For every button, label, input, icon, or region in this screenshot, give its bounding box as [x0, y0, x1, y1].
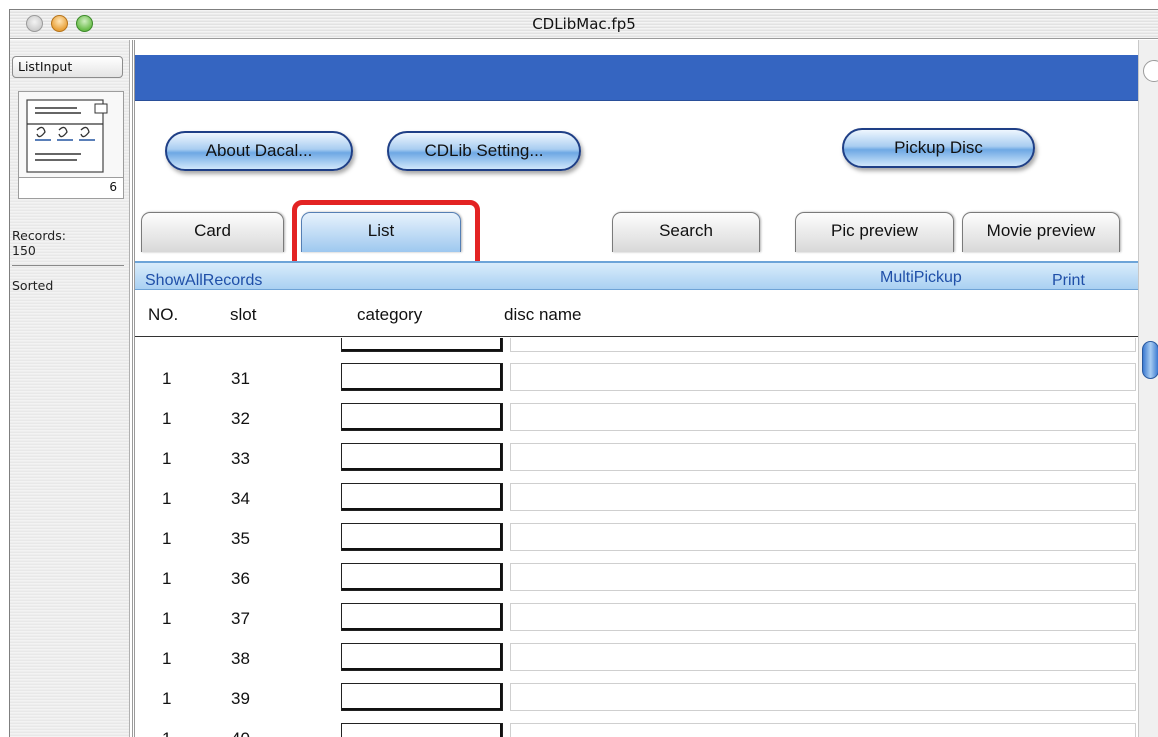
row-slot: 40 [231, 729, 250, 737]
tab-search[interactable]: Search [612, 212, 760, 252]
layout-content: About Dacal... CDLib Setting... Pickup D… [135, 40, 1138, 737]
tab-pic-preview[interactable]: Pic preview [795, 212, 954, 252]
header-band [135, 55, 1138, 101]
list-toolbar: ShowAllRecords MultiPickup Print [135, 261, 1138, 290]
record-list: 1 31 1 32 1 33 1 34 1 35 1 36 1 37 1 38 … [135, 338, 1138, 737]
tab-movie-preview[interactable]: Movie preview [962, 212, 1120, 252]
disc-name-field[interactable] [510, 563, 1136, 591]
scrollbar-top-cap [1143, 60, 1158, 82]
disc-name-field[interactable] [510, 403, 1136, 431]
table-row[interactable]: 1 32 [135, 397, 1138, 436]
table-row[interactable]: 1 34 [135, 477, 1138, 516]
title-bar[interactable]: CDLibMac.fp5 [10, 10, 1158, 39]
category-field[interactable] [341, 683, 503, 711]
cdlib-setting-button[interactable]: CDLib Setting... [387, 131, 581, 171]
book-navigator: 6 [18, 91, 124, 199]
disc-name-field[interactable] [510, 483, 1136, 511]
row-slot: 32 [231, 409, 250, 428]
records-count: 150 [12, 243, 36, 258]
table-row-partial[interactable] [135, 338, 1138, 357]
scrollbar-thumb[interactable] [1142, 341, 1158, 379]
multipickup-link[interactable]: MultiPickup [880, 269, 962, 287]
show-all-records-link[interactable]: ShowAllRecords [145, 272, 262, 290]
row-no: 1 [162, 409, 172, 428]
row-no: 1 [162, 369, 172, 388]
print-link[interactable]: Print [1052, 272, 1085, 290]
disc-name-field[interactable] [510, 363, 1136, 391]
category-field[interactable] [341, 363, 503, 391]
column-header-disc-name: disc name [504, 305, 582, 324]
row-no: 1 [162, 489, 172, 508]
list-header: NO. slot category disc name [135, 290, 1138, 337]
table-row[interactable]: 1 40 [135, 717, 1138, 737]
row-no: 1 [162, 729, 171, 737]
sort-status: Sorted [12, 278, 54, 293]
tab-card[interactable]: Card [141, 212, 284, 252]
category-field[interactable] [341, 443, 503, 471]
row-no: 1 [162, 569, 172, 588]
category-field[interactable] [341, 723, 503, 737]
row-slot: 33 [231, 449, 250, 468]
row-slot: 34 [231, 489, 250, 508]
window-title: CDLibMac.fp5 [532, 15, 636, 33]
column-header-category: category [357, 305, 423, 324]
column-header-no: NO. [148, 305, 179, 324]
row-no: 1 [162, 529, 172, 548]
rolodex-book-icon[interactable] [21, 96, 111, 176]
row-slot: 31 [231, 369, 250, 388]
table-row[interactable]: 1 39 [135, 677, 1138, 716]
status-divider [12, 265, 124, 266]
row-no: 1 [162, 689, 172, 708]
category-field[interactable] [341, 338, 503, 352]
disc-name-field[interactable] [510, 643, 1136, 671]
category-field[interactable] [341, 563, 503, 591]
app-window: CDLibMac.fp5 ListInput 6 Records: 150 So… [9, 9, 1158, 737]
record-number-field[interactable]: 6 [19, 177, 123, 198]
table-row[interactable]: 1 35 [135, 517, 1138, 556]
layout-popup-menu[interactable]: ListInput [12, 56, 123, 78]
row-slot: 39 [231, 689, 250, 708]
disc-name-field[interactable] [510, 723, 1136, 737]
category-field[interactable] [341, 403, 503, 431]
vertical-scrollbar[interactable] [1138, 40, 1158, 737]
column-header-slot: slot [230, 305, 257, 324]
disc-name-field[interactable] [510, 683, 1136, 711]
table-row[interactable]: 1 33 [135, 437, 1138, 476]
category-field[interactable] [341, 643, 503, 671]
about-button[interactable]: About Dacal... [165, 131, 353, 171]
row-slot: 36 [231, 569, 250, 588]
table-row[interactable]: 1 38 [135, 637, 1138, 676]
table-row[interactable]: 1 36 [135, 557, 1138, 596]
records-label: Records: [12, 228, 66, 243]
status-area: ListInput 6 Records: 150 Sorted [10, 40, 130, 737]
pickup-disc-button[interactable]: Pickup Disc [842, 128, 1035, 168]
row-no: 1 [162, 649, 172, 668]
category-field[interactable] [341, 483, 503, 511]
disc-name-field[interactable] [510, 443, 1136, 471]
category-field[interactable] [341, 523, 503, 551]
row-no: 1 [162, 609, 172, 628]
row-slot: 37 [231, 609, 250, 628]
table-row[interactable]: 1 31 [135, 357, 1138, 396]
disc-name-field[interactable] [510, 338, 1136, 352]
table-row[interactable]: 1 37 [135, 597, 1138, 636]
disc-name-field[interactable] [510, 603, 1136, 631]
row-slot: 38 [231, 649, 250, 668]
row-slot: 35 [231, 529, 250, 548]
row-no: 1 [162, 449, 172, 468]
disc-name-field[interactable] [510, 523, 1136, 551]
category-field[interactable] [341, 603, 503, 631]
